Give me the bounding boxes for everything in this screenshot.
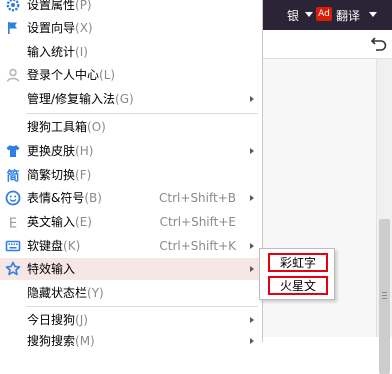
menu-item-key: (J)	[75, 313, 88, 327]
menu-item-key: (O)	[87, 120, 106, 134]
menu-item-key: (E)	[75, 215, 92, 229]
submenu-arrow-icon	[250, 195, 254, 201]
menu-item-key: (M)	[75, 334, 95, 348]
menu-item-label: 设置向导	[27, 21, 76, 35]
menu-item-change-skin[interactable]: 更换皮肤(H)	[0, 140, 262, 162]
svg-text:E: E	[9, 217, 17, 231]
scrollbar-grip-line	[382, 295, 387, 296]
menu-item-shortcut: Ctrl+Shift+K	[159, 239, 236, 253]
menu-item-soft-keyboard[interactable]: 软键盘(K) Ctrl+Shift+K	[0, 235, 262, 257]
return-arrow-icon[interactable]	[370, 34, 388, 52]
tshirt-icon	[6, 145, 20, 157]
menu-item-label: 设置属性	[27, 0, 76, 12]
ime-context-menu: 设置属性(P) 设置向导(X) 输入统计(I) 登录个人中心(L) 管理/修复输…	[0, 0, 263, 348]
submenu-arrow-icon	[250, 243, 254, 249]
menu-item-key: (I)	[75, 45, 88, 59]
translate-menu-label[interactable]: 翻译	[336, 7, 360, 24]
menu-item-setup-wizard[interactable]: 设置向导(X)	[0, 17, 262, 39]
menu-item-key: (G)	[115, 92, 134, 106]
menu-item-shortcut: Ctrl+Shift+E	[159, 215, 236, 229]
svg-text:简: 简	[6, 169, 19, 184]
flag-icon	[8, 22, 17, 34]
menu-item-label: 英文输入	[27, 215, 76, 229]
menu-item-key: (Y)	[87, 286, 104, 300]
english-e-icon: E	[9, 217, 17, 231]
menu-item-label: 隐藏状态栏	[27, 286, 88, 300]
submenu-item-martian-text[interactable]: 火星文	[268, 276, 328, 295]
background-header-bar: 银 Ad 翻译	[263, 0, 392, 30]
scrollbar-grip-line	[382, 292, 387, 293]
menu-item-key: (L)	[99, 68, 116, 82]
menu-item-key: (X)	[75, 21, 93, 35]
menu-item-label: 输入统计	[27, 45, 76, 59]
menu-item-settings[interactable]: 设置属性(P)	[0, 0, 262, 16]
header-text-left[interactable]: 银	[287, 7, 299, 24]
vertical-scrollbar[interactable]	[376, 59, 392, 374]
menu-item-input-stats[interactable]: 输入统计(I)	[0, 41, 262, 63]
simplified-traditional-icon: 简	[6, 169, 19, 184]
submenu-arrow-icon	[250, 266, 254, 272]
menu-separator	[26, 306, 258, 307]
menu-item-key: (F)	[75, 168, 92, 182]
submenu-arrow-icon	[250, 96, 254, 102]
menu-item-simplified-traditional[interactable]: 简 简繁切换(F)	[0, 164, 262, 186]
menu-item-label: 搜狗工具箱	[27, 120, 88, 134]
menu-item-login[interactable]: 登录个人中心(L)	[0, 64, 262, 86]
menu-separator	[26, 113, 258, 114]
menu-item-manage-repair[interactable]: 管理/修复输入法(G)	[0, 88, 262, 110]
dropdown-caret-icon[interactable]	[305, 12, 313, 17]
menu-item-label: 管理/修复输入法	[27, 92, 116, 106]
menu-item-label: 表情&符号	[27, 191, 85, 205]
menu-item-special-effect-input[interactable]: 特效输入	[0, 258, 262, 280]
submenu-arrow-icon	[250, 148, 254, 154]
menu-item-label: 软键盘	[27, 239, 64, 253]
menu-item-shortcut: Ctrl+Shift+B	[159, 191, 236, 205]
background-toolbar	[263, 30, 392, 59]
menu-item-emoji-symbols[interactable]: 表情&符号(B) Ctrl+Shift+B	[0, 187, 262, 209]
keyboard-icon	[5, 240, 21, 252]
special-effect-icon	[5, 261, 21, 276]
scrollbar-grip-line	[382, 298, 387, 299]
gear-icon	[6, 0, 20, 12]
menu-item-label: 搜狗搜索	[27, 334, 76, 348]
menu-item-key: (K)	[63, 239, 81, 253]
menu-item-key: (B)	[84, 191, 102, 205]
menu-item-label: 今日搜狗	[27, 313, 76, 327]
menu-item-key: (H)	[75, 144, 94, 158]
submenu-arrow-icon	[250, 338, 254, 344]
menu-item-today-sogou[interactable]: 今日搜狗(J)	[0, 309, 262, 331]
user-icon	[6, 68, 20, 82]
menu-item-label: 特效输入	[27, 262, 76, 276]
menu-item-english-input[interactable]: E 英文输入(E) Ctrl+Shift+E	[0, 211, 262, 233]
menu-item-label: 更换皮肤	[27, 144, 76, 158]
submenu-arrow-icon	[250, 317, 254, 323]
scrollbar-thumb[interactable]	[379, 219, 390, 374]
submenu-item-rainbow-text[interactable]: 彩虹字	[268, 253, 328, 272]
translate-dropdown-caret-icon[interactable]	[369, 12, 377, 17]
smiley-icon	[5, 190, 21, 206]
ad-badge: Ad	[316, 7, 332, 21]
menu-item-toolbox[interactable]: 搜狗工具箱(O)	[0, 116, 262, 138]
menu-item-hide-statusbar[interactable]: 隐藏状态栏(Y)	[0, 282, 262, 304]
special-effect-submenu: 彩虹字 火星文	[259, 248, 335, 300]
menu-item-label: 登录个人中心	[27, 68, 100, 82]
menu-item-sogou-search[interactable]: 搜狗搜索(M)	[0, 330, 262, 352]
menu-item-key: (P)	[75, 0, 92, 12]
menu-item-label: 简繁切换	[27, 168, 76, 182]
